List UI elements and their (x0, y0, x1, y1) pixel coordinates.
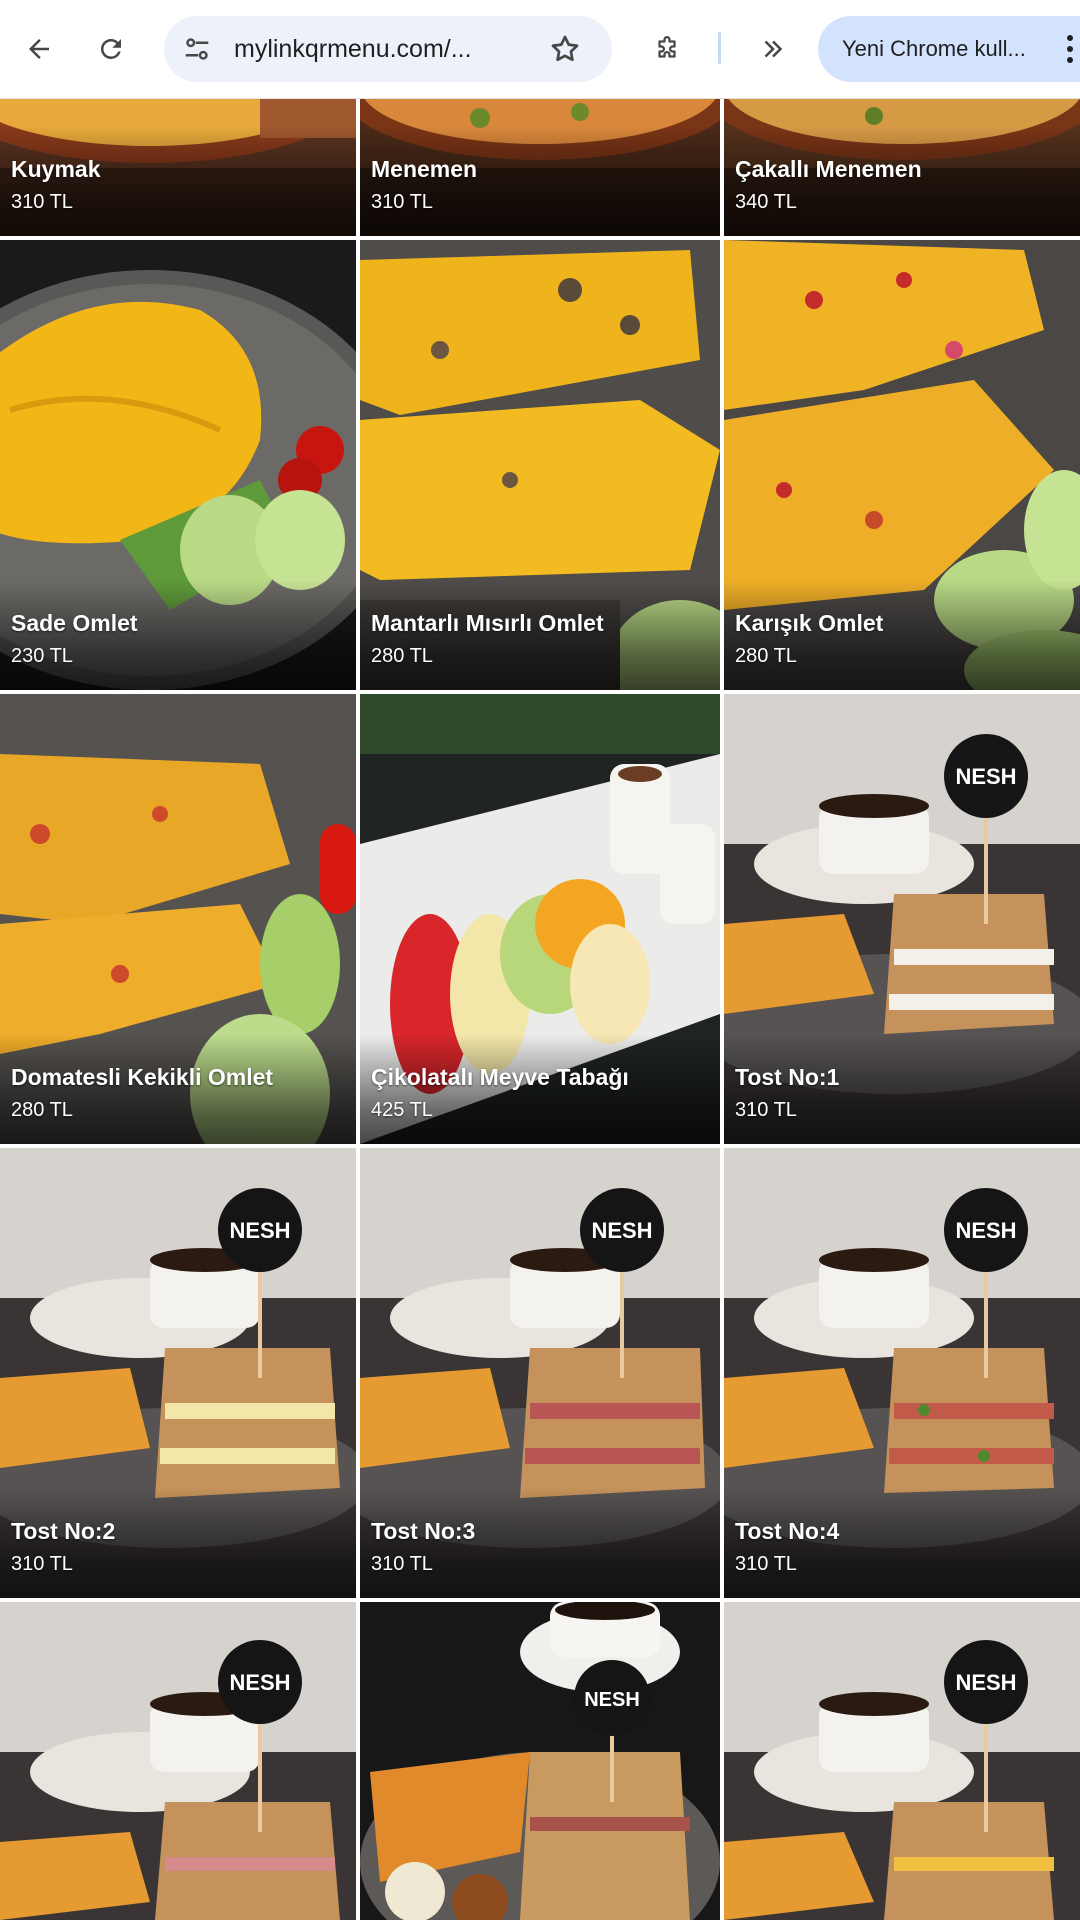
menu-item-card[interactable]: NESH (0, 1602, 356, 1920)
menu-item-price: 230 TL (11, 645, 73, 667)
arrow-left-icon (29, 39, 49, 59)
menu-item-price: 310 TL (11, 1553, 73, 1575)
menu-item-price: 310 TL (735, 1553, 797, 1575)
reload-icon (100, 38, 121, 59)
menu-item-name: Çakallı Menemen (735, 156, 922, 182)
extensions-button[interactable] (642, 24, 692, 74)
double-chevron-icon (764, 40, 783, 58)
menu-item-price: 310 TL (735, 1099, 797, 1121)
food-photo: NESH (724, 1602, 1080, 1920)
profile-chip[interactable]: Yeni Chrome kull... (818, 16, 1080, 82)
back-button[interactable] (14, 24, 64, 74)
menu-item-price: 280 TL (11, 1099, 73, 1121)
nesh-logo-text: NESH (584, 1689, 640, 1711)
menu-item-card[interactable]: Karışık Omlet 280 TL (724, 240, 1080, 690)
menu-item-card[interactable]: NESH (360, 1602, 720, 1920)
menu-item-name: Kuymak (11, 156, 101, 182)
nesh-logo-text: NESH (955, 1670, 1016, 1695)
url-text[interactable]: mylinkqrmenu.com/... (234, 35, 534, 64)
food-photo: NESH (360, 1602, 720, 1920)
menu-item-card[interactable]: NESH Tost No:4 310 TL (724, 1148, 1080, 1598)
menu-item-name: Mantarlı Mısırlı Omlet (371, 610, 604, 636)
menu-item-card[interactable]: NESH Tost No:2 310 TL (0, 1148, 356, 1598)
menu-item-card[interactable]: Çakallı Menemen 340 TL (724, 98, 1080, 236)
menu-item-price: 340 TL (735, 191, 797, 213)
puzzle-icon (658, 36, 676, 58)
nesh-logo-text: NESH (229, 1218, 290, 1243)
menu-item-price: 280 TL (371, 645, 433, 667)
nesh-logo-text: NESH (591, 1218, 652, 1243)
menu-item-name: Domatesli Kekikli Omlet (11, 1064, 274, 1090)
nesh-logo-text: NESH (955, 764, 1016, 789)
menu-item-name: Tost No:3 (371, 1518, 476, 1544)
menu-item-card[interactable]: NESH Tost No:3 310 TL (360, 1148, 720, 1598)
star-icon[interactable] (548, 32, 582, 66)
menu-item-card[interactable]: Sade Omlet 230 TL (0, 240, 356, 690)
tune-icon[interactable] (180, 32, 214, 66)
address-bar[interactable]: mylinkqrmenu.com/... (164, 16, 612, 82)
menu-item-card[interactable]: Domatesli Kekikli Omlet 280 TL (0, 694, 356, 1144)
menu-item-price: 310 TL (371, 191, 433, 213)
browser-toolbar: mylinkqrmenu.com/... Yeni Chrome kull... (0, 0, 1080, 98)
profile-chip-label: Yeni Chrome kull... (842, 36, 1026, 61)
menu-item-card[interactable]: NESH (724, 1602, 1080, 1920)
toolbar-separator (718, 32, 721, 64)
nesh-logo-text: NESH (229, 1670, 290, 1695)
menu-item-name: Tost No:4 (735, 1518, 840, 1544)
reload-button[interactable] (86, 24, 136, 74)
menu-item-price: 310 TL (371, 1553, 433, 1575)
menu-item-name: Tost No:2 (11, 1518, 116, 1544)
nesh-logo-text: NESH (955, 1218, 1016, 1243)
menu-item-card[interactable]: Mantarlı Mısırlı Omlet 280 TL (360, 240, 720, 690)
menu-item-name: Tost No:1 (735, 1064, 840, 1090)
menu-item-name: Menemen (371, 156, 478, 182)
menu-item-name: Karışık Omlet (735, 610, 884, 636)
menu-item-card[interactable]: Menemen 310 TL (360, 98, 720, 236)
menu-item-price: 425 TL (371, 1099, 433, 1121)
menu-item-card[interactable]: Kuymak 310 TL (0, 98, 356, 236)
menu-item-price: 280 TL (735, 645, 797, 667)
kebab-icon[interactable] (1062, 34, 1078, 64)
menu-item-card[interactable]: Çikolatalı Meyve Tabağı 425 TL (360, 694, 720, 1144)
menu-item-price: 310 TL (11, 191, 73, 213)
menu-item-name: Çikolatalı Meyve Tabağı (371, 1064, 629, 1090)
menu-item-card[interactable]: NESH Tost No:1 310 TL (724, 694, 1080, 1144)
menu-item-name: Sade Omlet (11, 610, 138, 636)
overflow-button[interactable] (748, 24, 798, 74)
menu-grid: Kuymak 310 TL Menemen 310 TL Çakallı Men… (0, 0, 1080, 1920)
food-photo: NESH (0, 1602, 356, 1920)
